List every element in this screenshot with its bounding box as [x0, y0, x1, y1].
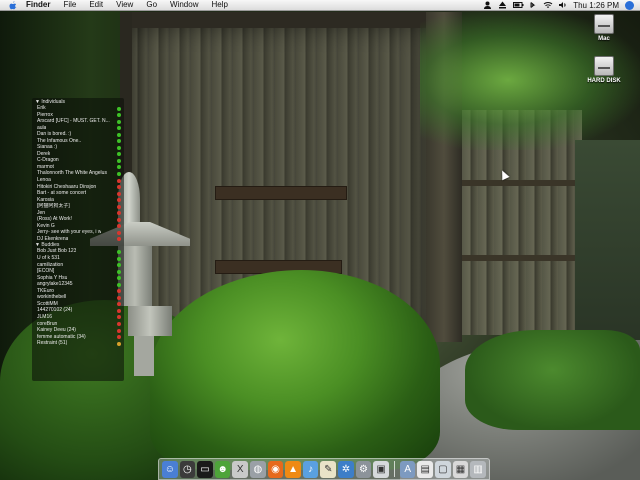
dock-terminal-icon[interactable]: ▭: [197, 460, 213, 478]
dock-preview-icon[interactable]: ▣: [373, 460, 389, 478]
buddy-name: DJ Ekenkrena: [37, 235, 69, 242]
dock-window-icon[interactable]: ▢: [435, 460, 451, 478]
status-away-icon: [117, 191, 121, 196]
menu-edit[interactable]: Edit: [89, 0, 103, 10]
status-away-icon: [117, 230, 121, 235]
eject-icon[interactable]: [498, 1, 507, 9]
status-away-icon: [117, 217, 121, 222]
status-away-icon: [117, 289, 121, 294]
dock-finder-icon[interactable]: ☺: [162, 460, 178, 478]
status-available-icon: [117, 119, 121, 124]
status-away-icon: [117, 237, 121, 242]
status-available-icon: [117, 126, 121, 131]
menu-bar: Finder File Edit View Go Window Help Thu…: [0, 0, 640, 11]
bluetooth-icon[interactable]: [528, 1, 537, 9]
menu-window[interactable]: Window: [170, 0, 198, 10]
desktop-icon-hard-disk[interactable]: HARD DISK: [582, 56, 626, 84]
status-available-icon: [117, 269, 121, 274]
menu-file[interactable]: File: [63, 0, 76, 10]
status-away-icon: [117, 204, 121, 209]
status-idle-icon: [117, 341, 121, 346]
status-away-icon: [117, 328, 121, 333]
dock-vlc-icon[interactable]: ▲: [285, 460, 301, 478]
wallpaper-fence-rail: [462, 180, 582, 186]
wallpaper-lantern: [134, 336, 154, 376]
status-away-icon: [117, 178, 121, 183]
status-away-icon: [117, 224, 121, 229]
status-available-icon: [117, 158, 121, 163]
dock-system-preferences-icon[interactable]: ⚙: [355, 460, 372, 478]
hard-drive-icon: [594, 56, 614, 76]
status-available-icon: [117, 256, 121, 261]
status-available-icon: [117, 152, 121, 157]
status-available-icon: [117, 145, 121, 150]
desktop-icon-label: Mac: [598, 36, 610, 42]
wallpaper-shrub: [150, 270, 440, 470]
dock-screenshot-icon[interactable]: ▦: [452, 460, 469, 478]
desktop-icon-mac[interactable]: Mac: [582, 14, 626, 42]
battery-icon[interactable]: [513, 1, 524, 9]
dock-document-icon[interactable]: ▤: [417, 460, 434, 478]
status-available-icon: [117, 139, 121, 144]
menubar-clock[interactable]: Thu 1:26 PM: [573, 1, 619, 10]
status-available-icon: [117, 165, 121, 170]
menu-go[interactable]: Go: [146, 0, 157, 10]
menu-view[interactable]: View: [116, 0, 133, 10]
status-available-icon: [117, 106, 121, 111]
volume-icon[interactable]: [558, 1, 567, 9]
wallpaper-building: [575, 140, 640, 340]
status-away-icon: [117, 302, 121, 307]
wallpaper-gate-bar: [215, 186, 347, 200]
menu-finder[interactable]: Finder: [26, 0, 50, 10]
apple-icon: [9, 0, 17, 9]
dock-textedit-icon[interactable]: ✎: [320, 460, 337, 478]
dock-disk-utility-icon[interactable]: ◍: [250, 460, 266, 478]
status-available-icon: [117, 132, 121, 137]
spotlight-icon[interactable]: [625, 0, 634, 10]
status-away-icon: [117, 185, 121, 190]
status-away-icon: [117, 322, 121, 326]
status-away-icon: [117, 198, 121, 203]
status-available-icon: [117, 113, 121, 118]
dock: ☺ ◷ ▭ ☻ X ◍ ◉ ▲ ♪ ✎ ✲ ⚙ ▣ A ▤ ▢ ▦ ▥: [158, 458, 490, 480]
dock-alien-icon[interactable]: ☻: [214, 460, 231, 478]
wallpaper-grass: [465, 330, 640, 430]
wallpaper-gate-beam: [128, 12, 443, 28]
dock-firefox-icon[interactable]: ◉: [267, 460, 284, 478]
menu-extras: Thu 1:26 PM: [483, 0, 634, 10]
buddy-name: Restraint (51): [37, 340, 68, 347]
apple-menu-icon[interactable]: [8, 0, 18, 10]
status-away-icon: [117, 315, 121, 320]
menu-help[interactable]: Help: [211, 0, 227, 10]
status-available-icon: [117, 249, 121, 254]
dock-itunes-icon[interactable]: ♪: [302, 460, 319, 478]
wifi-icon[interactable]: [543, 1, 553, 9]
dock-trash-icon[interactable]: ▥: [470, 460, 486, 478]
status-away-icon: [117, 295, 121, 300]
status-available-icon: [117, 282, 121, 287]
dock-dashboard-icon[interactable]: ◷: [179, 460, 196, 478]
status-away-icon: [117, 335, 121, 340]
dock-x11-icon[interactable]: X: [232, 460, 249, 478]
user-icon[interactable]: [483, 1, 492, 9]
status-available-icon: [117, 276, 121, 281]
hard-drive-icon: [594, 14, 614, 34]
wallpaper-fence-rail: [462, 255, 582, 261]
wallpaper-lantern: [128, 306, 172, 336]
dock-network-icon[interactable]: ✲: [338, 460, 354, 478]
dock-applications-folder-icon[interactable]: A: [399, 460, 416, 478]
desktop-icon-label: HARD DISK: [587, 78, 621, 84]
status-available-icon: [117, 171, 121, 176]
status-available-icon: [117, 263, 121, 268]
buddy-list: ▼ Individuals Erik Pierrox Arscard [UFC] - …: [32, 98, 124, 381]
status-away-icon: [117, 211, 121, 216]
buddy-row[interactable]: DJ Ekenkrena: [32, 236, 124, 243]
dock-separator: [393, 461, 395, 477]
buddy-row[interactable]: Restraint (51): [32, 340, 124, 347]
status-away-icon: [117, 308, 121, 313]
